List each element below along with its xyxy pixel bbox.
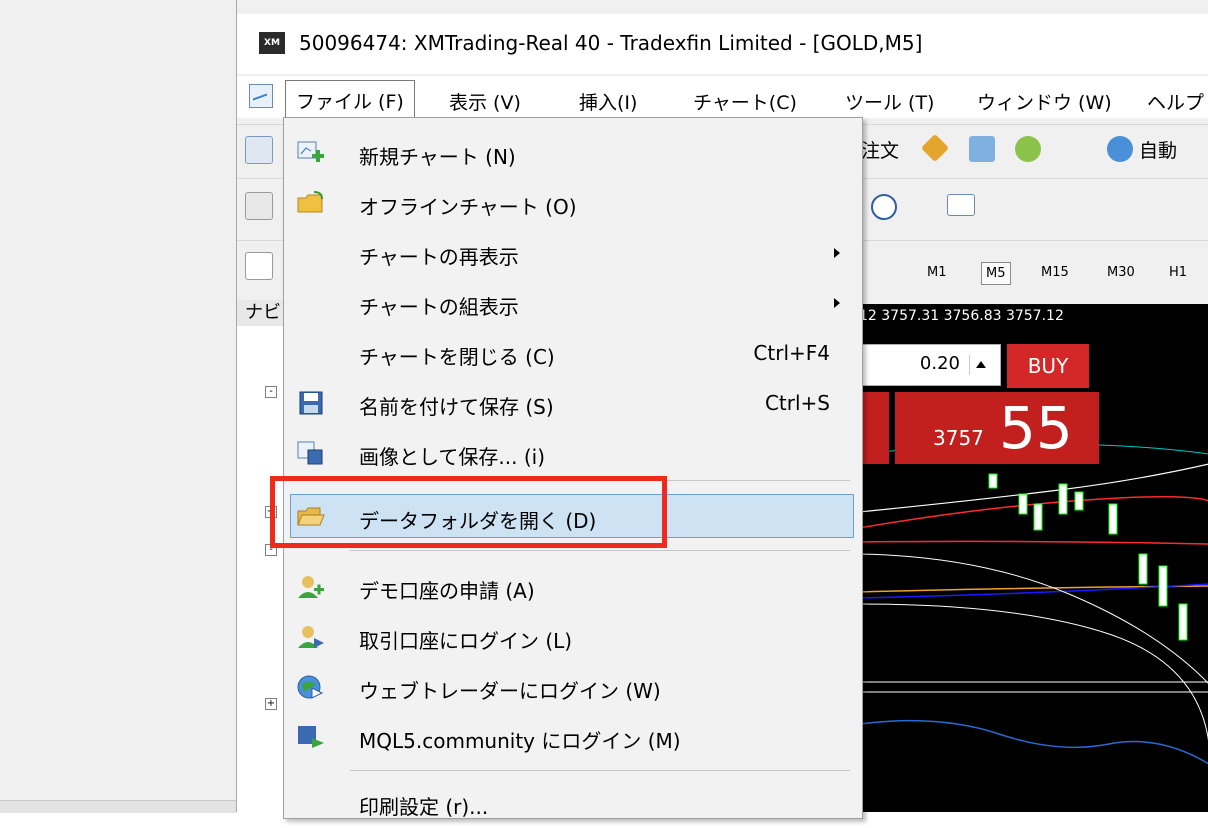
menu-view[interactable]: 表示 (V) [449,88,521,115]
desktop-taskbar-edge [0,800,236,813]
menu-item-open-demo-account[interactable]: デモ口座の申請 (A) [284,562,862,612]
buy-price-panel[interactable]: 3757 55 [895,392,1099,464]
lot-up-arrow-icon[interactable] [969,355,992,375]
submenu-arrow-icon [834,298,840,308]
login-trade-icon [296,624,326,650]
menu-item-print-setup[interactable]: 印刷設定 (r)... [284,778,862,828]
new-chart-toolbar-icon[interactable] [245,136,273,164]
menu-item-label: 新規チャート (N) [359,145,516,169]
menu-item-label: 名前を付けて保存 (S) [359,395,554,419]
menu-item-save-as-picture[interactable]: 画像として保存... (i) [284,428,862,478]
signal-icon[interactable] [1015,136,1041,162]
menu-item-login-web-trader[interactable]: ウェブトレーダーにログイン (W) [284,662,862,712]
menu-item-login-trade-account[interactable]: 取引口座にログイン (L) [284,612,862,662]
offline-chart-folder-icon [296,190,326,216]
menu-item-chart-sets[interactable]: チャートの組表示 [284,278,862,328]
timeframe-m30[interactable]: M30 [1103,262,1139,283]
window-title: 50096474: XMTrading-Real 40 - Tradexfin … [299,31,923,55]
menu-item-label: 取引口座にログイン (L) [359,629,573,653]
menu-item-label: MQL5.community にログイン (M) [359,729,681,753]
indicators-icon[interactable] [947,194,975,216]
save-icon [296,390,326,416]
sell-price-panel[interactable] [859,392,889,464]
cursor-toolbar-icon[interactable] [245,252,273,280]
timeframe-m5[interactable]: M5 [981,262,1011,285]
menu-window[interactable]: ウィンドウ (W) [977,88,1112,115]
menu-item-label: デモ口座の申請 (A) [359,579,535,603]
web-trader-icon [296,674,326,700]
save-image-icon [296,440,326,466]
menu-item-shortcut: Ctrl+S [764,391,830,415]
menu-separator [350,550,850,551]
menu-item-label: 印刷設定 (r)... [359,795,489,819]
menu-item-login-mql5[interactable]: MQL5.community にログイン (M) [284,712,862,762]
menu-item-close-chart[interactable]: チャートを閉じる (C) Ctrl+F4 [284,328,862,378]
auto-trading-icon[interactable] [1107,136,1133,162]
menu-item-label: 画像として保存... (i) [359,445,545,469]
lot-size-value: 0.20 [919,353,960,374]
menu-item-new-chart[interactable]: 新規チャート (N) [284,128,862,178]
menu-insert[interactable]: 挿入(I) [579,88,637,115]
menu-item-chart-profiles[interactable]: チャートの再表示 [284,228,862,278]
buy-button[interactable]: BUY [1007,344,1089,388]
file-menu-dropdown: 新規チャート (N) オフラインチャート (O) チャートの再表示 チャートの組… [283,117,863,819]
menu-file[interactable]: ファイル (F) [285,80,415,121]
auto-trading-label[interactable]: 自動 [1139,136,1177,163]
menu-item-offline-chart[interactable]: オフラインチャート (O) [284,178,862,228]
menu-tools[interactable]: ツール (T) [845,88,934,115]
timeframe-m1[interactable]: M1 [923,262,951,283]
clock-icon[interactable] [871,194,897,220]
lot-size-field[interactable]: 0.20 [859,344,1001,386]
menu-item-label: チャートの組表示 [359,295,519,319]
submenu-arrow-icon [834,248,840,258]
chart-window-icon[interactable] [249,84,273,108]
timeframe-h1[interactable]: H1 [1165,262,1191,283]
order-button-label[interactable]: 注文 [861,136,899,163]
menu-item-label: チャートの再表示 [359,245,519,269]
one-click-trading-panel: 0.20 BUY 3757 55 [859,344,1099,464]
menu-help[interactable]: ヘルプ [1147,88,1204,115]
crosshair-toolbar-icon[interactable] [245,192,273,220]
menu-item-label: オフラインチャート (O) [359,195,577,219]
tree-expand-icon[interactable]: - [265,386,277,398]
market-watch-icon[interactable] [969,136,995,162]
timeframe-m15[interactable]: M15 [1037,262,1073,283]
desktop-background [0,0,236,812]
buy-price-pips: 55 [999,394,1073,462]
menu-separator [350,770,850,771]
buy-price-prefix: 3757 [933,426,984,450]
mql5-icon [296,724,326,750]
new-chart-icon [296,140,326,166]
menu-chart[interactable]: チャート(C) [693,88,797,115]
menu-item-label: ウェブトレーダーにログイン (W) [359,679,661,703]
xm-logo-icon: XM [259,32,285,54]
menu-item-label: チャートを閉じる (C) [359,345,555,369]
navigator-header: ナビ [237,300,289,326]
menu-item-shortcut: Ctrl+F4 [753,341,830,365]
demo-account-icon [296,574,326,600]
menu-item-save-as[interactable]: 名前を付けて保存 (S) Ctrl+S [284,378,862,428]
annotation-highlight-frame [270,476,667,548]
tree-expand-icon[interactable]: + [265,698,277,710]
